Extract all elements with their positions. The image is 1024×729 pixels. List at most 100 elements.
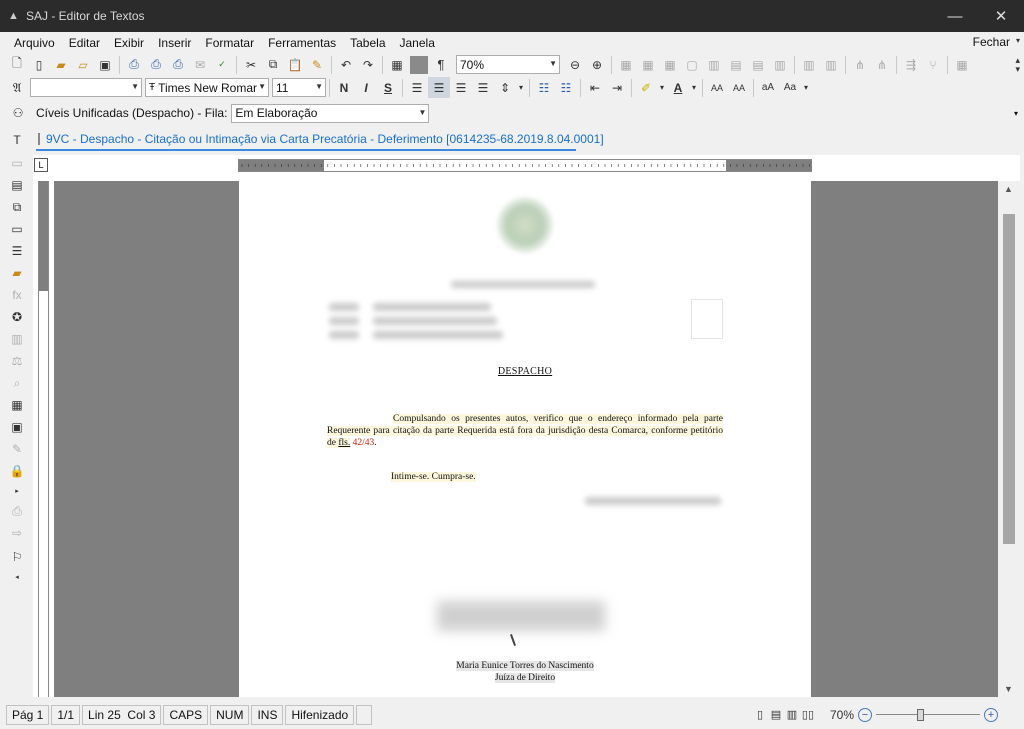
highlight-icon[interactable]: ✐	[635, 77, 657, 98]
toolbar-separator	[382, 55, 383, 74]
queue-select[interactable]: Em Elaboração ▼	[231, 103, 430, 123]
scroll-down-icon[interactable]: ▼	[1004, 684, 1013, 694]
zoom-plus-button[interactable]: +	[984, 707, 998, 722]
highlight-dropdown-icon[interactable]: ▾	[657, 77, 667, 98]
menu-inserir[interactable]: Inserir	[150, 36, 197, 50]
two-page-view-icon[interactable]: ▯▯	[800, 707, 816, 723]
zoom-select[interactable]: 70% ▼	[456, 55, 560, 74]
zoom-slider[interactable]	[876, 708, 980, 721]
font-color-icon[interactable]: A	[667, 77, 689, 98]
side-arrow-small-icon[interactable]: ◂	[7, 568, 27, 586]
document-tab[interactable]: 9VC - Despacho - Citação ou Intimação vi…	[36, 129, 604, 151]
cut-icon[interactable]: ✂	[240, 54, 262, 75]
align-center-icon[interactable]: ☰	[428, 77, 450, 98]
spellcheck-icon[interactable]: ✓	[211, 54, 233, 75]
signer-name-text: Maria Eunice Torres do Nascimento	[456, 661, 594, 671]
email-icon[interactable]: ✉	[189, 54, 211, 75]
normal-view-icon[interactable]: ▤	[768, 707, 784, 723]
scroll-thumb[interactable]	[1003, 214, 1015, 544]
monitor-icon[interactable]: ▣	[7, 418, 27, 436]
menu-arquivo[interactable]: Arquivo	[6, 36, 61, 50]
document-page[interactable]: DESPACHO Compulsando os presentes autos,…	[239, 181, 811, 697]
menu-janela[interactable]: Janela	[392, 36, 441, 50]
styles-icon[interactable]: 𝔄	[6, 77, 28, 98]
fechar-button[interactable]: Fechar	[973, 35, 1010, 49]
menu-ferramentas[interactable]: Ferramentas	[260, 36, 342, 50]
vertical-scrollbar[interactable]: ▲ ▼	[998, 181, 1020, 697]
italic-button[interactable]: I	[355, 77, 377, 98]
close-window-button[interactable]: ✕	[978, 0, 1024, 32]
font-size-select[interactable]: 11 ▼	[272, 78, 326, 97]
print-icon[interactable]: ⎙	[123, 54, 145, 75]
toolbar-overflow-icon[interactable]: ▴ ▾	[1015, 55, 1020, 74]
pilcrow-icon[interactable]: ¶	[430, 54, 452, 75]
page-view-icon[interactable]: ▯	[752, 707, 768, 723]
text-tool-icon[interactable]: T	[7, 131, 27, 149]
list-icon[interactable]: ☰	[7, 242, 27, 260]
grow-font-icon[interactable]: AA	[706, 77, 728, 98]
zoom-out-icon[interactable]: ⊖	[564, 54, 586, 75]
calendar-icon[interactable]: ▦	[7, 396, 27, 414]
color-block-icon[interactable]	[408, 54, 430, 75]
style-select[interactable]: ▼	[30, 78, 142, 97]
horizontal-ruler[interactable]	[238, 159, 812, 172]
vertical-ruler[interactable]	[38, 181, 49, 697]
seal-icon[interactable]: ✪	[7, 308, 27, 326]
bold-button[interactable]: N	[333, 77, 355, 98]
line-spacing-icon[interactable]: ⇕	[494, 77, 516, 98]
font-size-value: 11	[276, 80, 289, 95]
case-lower-icon[interactable]: aA	[757, 77, 779, 98]
zoom-minus-button[interactable]: −	[858, 707, 872, 722]
forms-icon[interactable]: ▤	[7, 176, 27, 194]
underline-button[interactable]: S	[377, 77, 399, 98]
font-select[interactable]: Ŧ Times New Romar ▼	[145, 78, 269, 97]
format-painter-icon[interactable]: ✎	[306, 54, 328, 75]
justify-icon[interactable]: ☰	[472, 77, 494, 98]
table-icon[interactable]: ▦	[386, 54, 408, 75]
case-upper-icon[interactable]: Aa	[779, 77, 801, 98]
paste-icon[interactable]: 📋	[284, 54, 306, 75]
line-spacing-dropdown-icon[interactable]: ▾	[516, 77, 526, 98]
minimize-button[interactable]: —	[932, 0, 978, 32]
court-seal-image	[497, 197, 553, 253]
undo-icon[interactable]: ↶	[335, 54, 357, 75]
scroll-up-icon[interactable]: ▲	[1004, 184, 1013, 194]
zoom-slider-thumb[interactable]	[916, 708, 924, 721]
zoom-in-icon[interactable]: ⊕	[586, 54, 608, 75]
copy-icon[interactable]: ⧉	[262, 54, 284, 75]
open-folder-icon[interactable]: ▰	[50, 54, 72, 75]
menu-overflow-icon[interactable]: ▾	[1016, 36, 1020, 45]
web-view-icon[interactable]: ▥	[784, 707, 800, 723]
queue-select-value: Em Elaboração	[235, 106, 318, 120]
queue-overflow-icon[interactable]: ▾	[1014, 109, 1018, 118]
align-left-icon[interactable]: ☰	[406, 77, 428, 98]
font-color-dropdown-icon[interactable]: ▾	[689, 77, 699, 98]
indent-decrease-icon[interactable]: ⇤	[584, 77, 606, 98]
case-dropdown-icon[interactable]: ▾	[801, 77, 811, 98]
bullet-list-icon[interactable]: ☷	[533, 77, 555, 98]
open-recent-icon[interactable]: ▱	[72, 54, 94, 75]
lock-icon[interactable]: 🔒	[7, 462, 27, 480]
align-right-icon[interactable]: ☰	[450, 77, 472, 98]
tab-stop-selector[interactable]: L	[34, 158, 48, 172]
menu-exibir[interactable]: Exibir	[106, 36, 150, 50]
side-arrow-icon[interactable]: ▸	[7, 482, 27, 500]
paint-icon[interactable]: ⚐	[7, 548, 27, 566]
numbered-list-icon[interactable]: ☷	[555, 77, 577, 98]
documents-icon[interactable]: ⧉	[7, 198, 27, 216]
print-preview-icon[interactable]: ⎙	[145, 54, 167, 75]
shrink-font-icon[interactable]: AA	[728, 77, 750, 98]
table-split-icon: ▥	[708, 57, 720, 72]
new-doc-icon[interactable]: 🗋	[6, 54, 28, 75]
redo-icon[interactable]: ↷	[357, 54, 379, 75]
save-icon[interactable]: ▣	[94, 54, 116, 75]
menu-editar[interactable]: Editar	[61, 36, 106, 50]
indent-increase-icon[interactable]: ⇥	[606, 77, 628, 98]
blank-doc-icon[interactable]: ▯	[28, 54, 50, 75]
menu-formatar[interactable]: Formatar	[197, 36, 260, 50]
format-toolbar: 𝔄 ▼ Ŧ Times New Romar ▼ 11 ▼ N I S ☰ ☰ ☰…	[0, 76, 1024, 99]
folder-icon[interactable]: ▰	[7, 264, 27, 282]
comment-icon[interactable]: ▭	[7, 220, 27, 238]
print-setup-icon[interactable]: ⎙	[167, 54, 189, 75]
menu-tabela[interactable]: Tabela	[342, 36, 391, 50]
